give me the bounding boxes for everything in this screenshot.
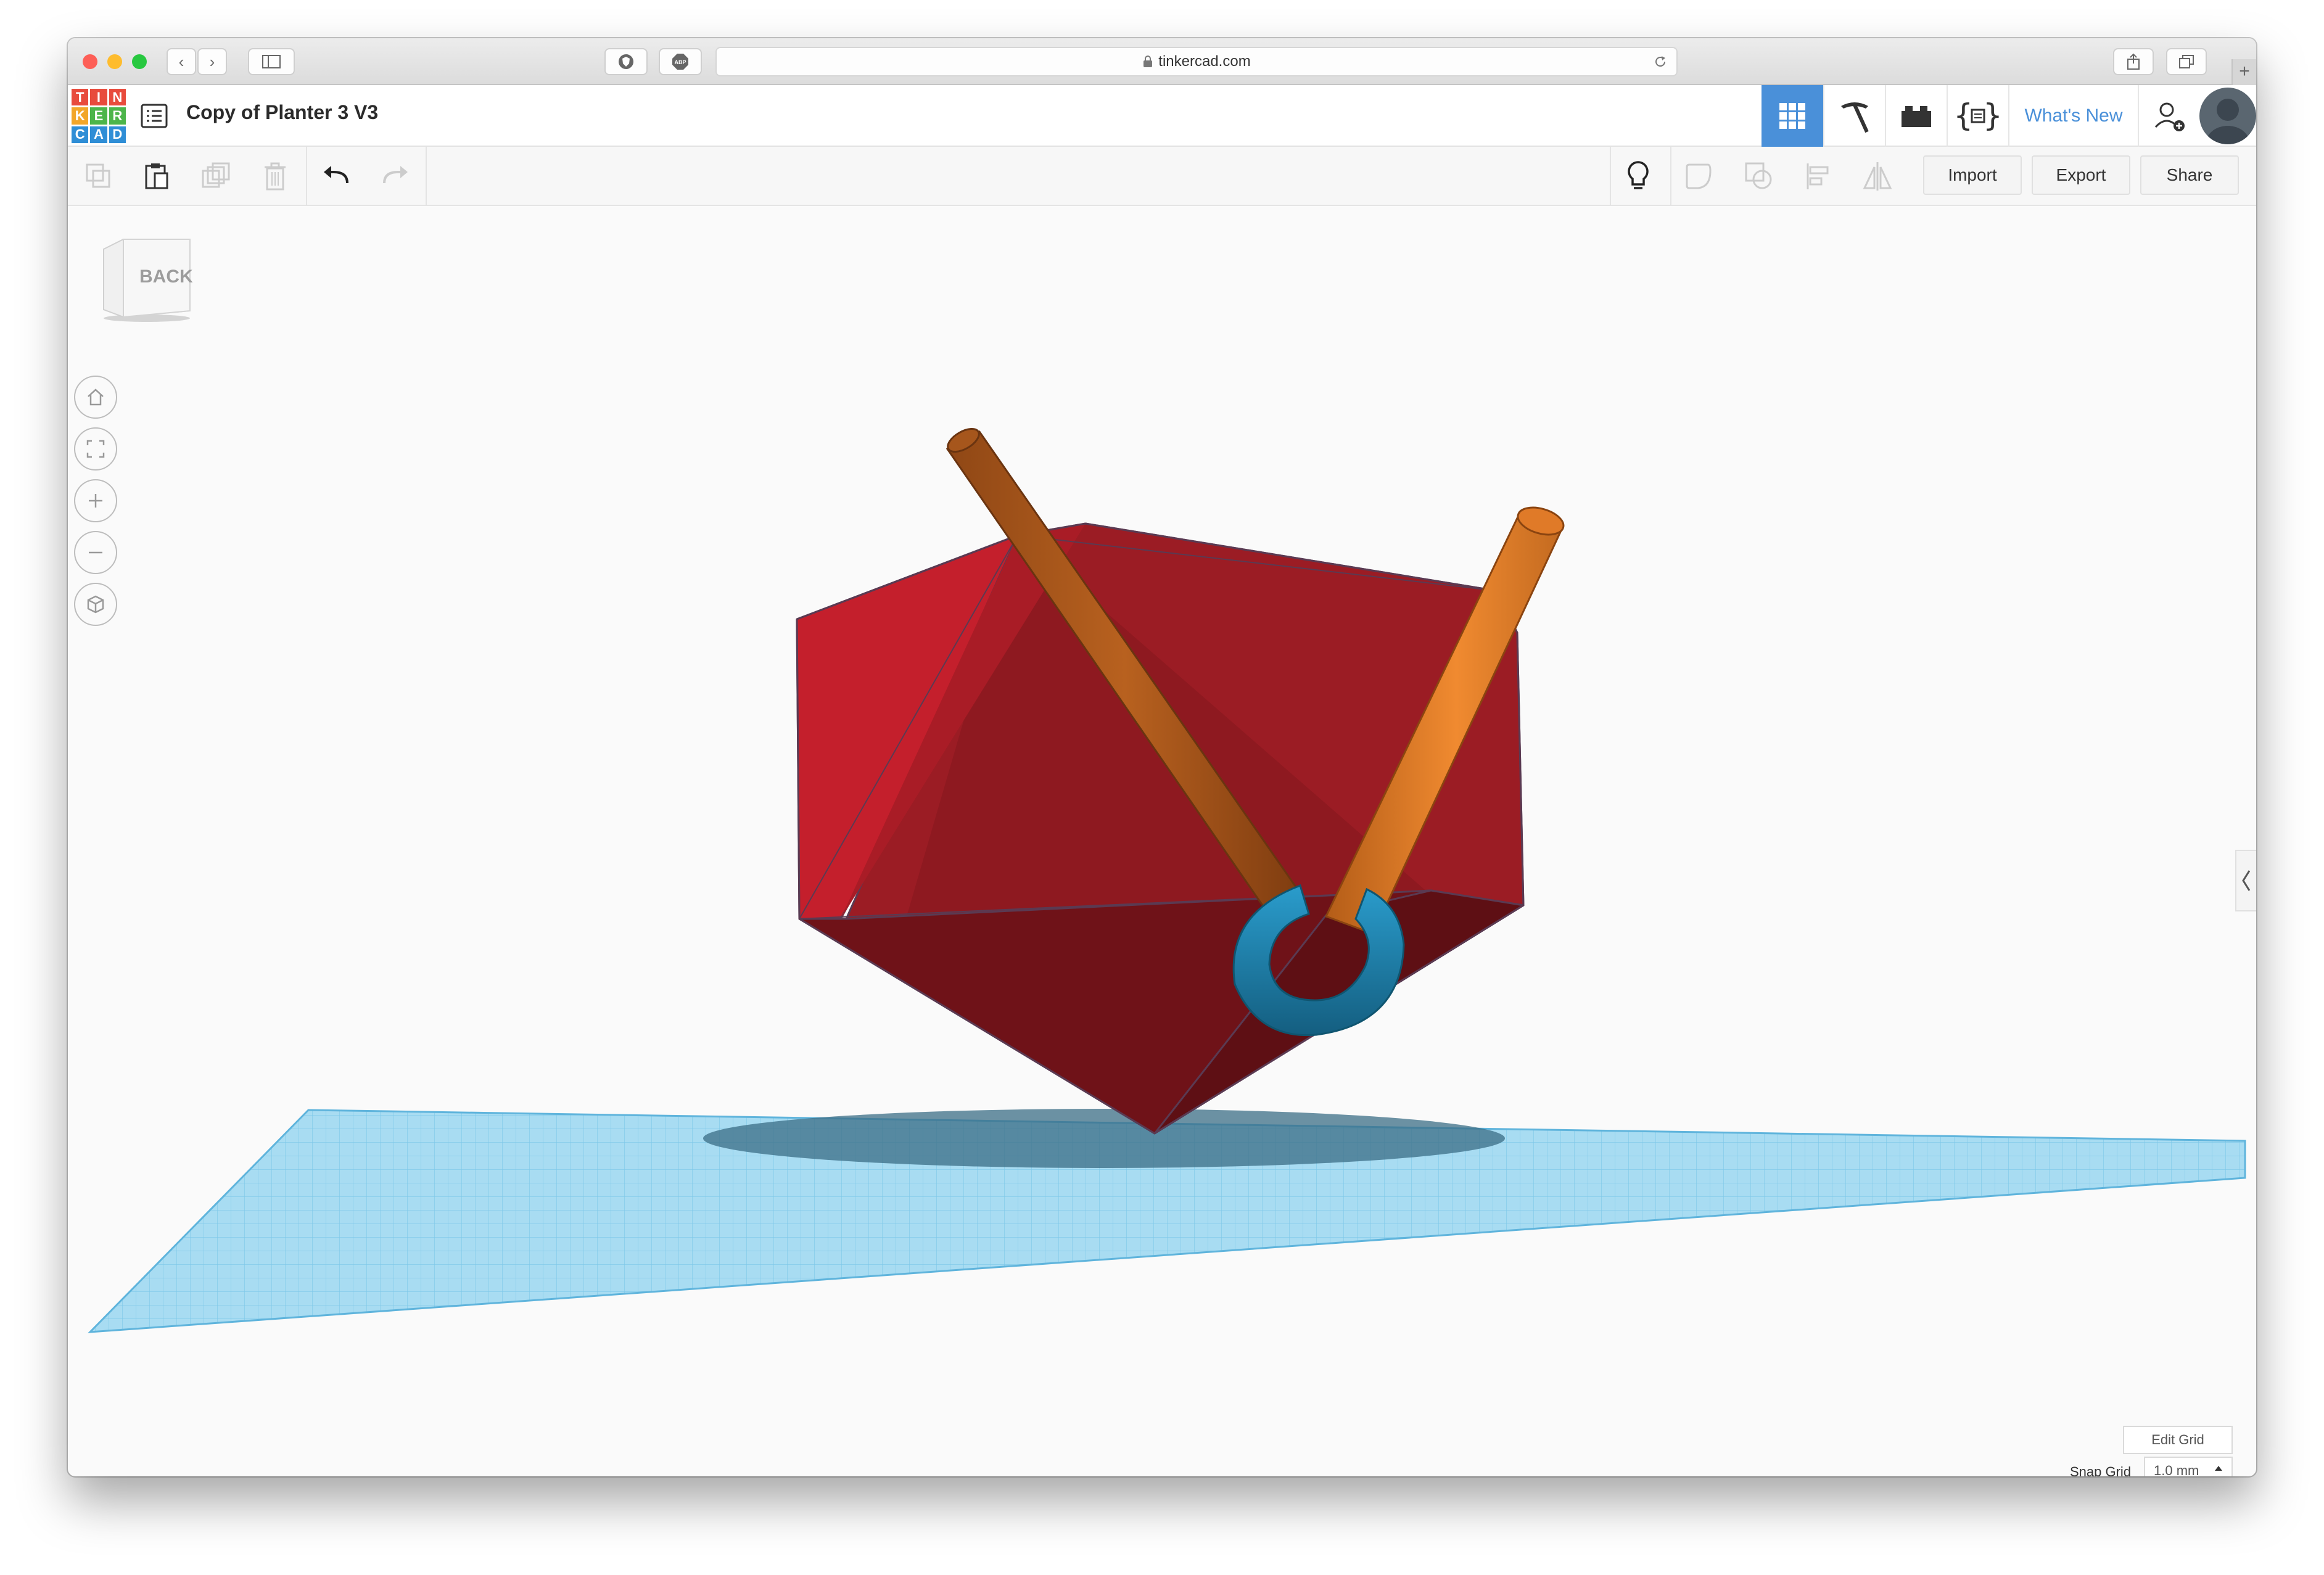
list-icon (141, 104, 168, 128)
tabs-icon (2179, 55, 2194, 68)
design-list-button[interactable] (139, 101, 169, 131)
align-icon (1807, 163, 1829, 189)
app-header: T I N K E R C A D Copy of Planter 3 V3 {… (68, 85, 2256, 147)
duplicate-button[interactable] (197, 158, 234, 195)
minecraft-view-button[interactable] (1823, 85, 1885, 147)
grid-icon (1779, 103, 1805, 129)
edit-grid-button[interactable]: Edit Grid (2123, 1426, 2233, 1454)
logo-letter: I (90, 89, 107, 106)
brick-icon (1902, 106, 1931, 127)
speech-shape-icon (1686, 163, 1712, 189)
group-icon (1745, 162, 1772, 189)
address-bar[interactable]: tinkercad.com (715, 47, 1678, 76)
adblock-extension-button[interactable]: ABP (659, 48, 702, 75)
bricks-view-button[interactable] (1885, 85, 1947, 147)
user-silhouette-icon (2206, 99, 2250, 144)
align-button[interactable] (1800, 158, 1837, 195)
toolbar-divider (426, 147, 427, 206)
paste-button[interactable] (138, 158, 175, 195)
toolbar-divider (1670, 147, 1671, 206)
logo-letter: A (90, 126, 107, 143)
new-tab-button[interactable]: + (2231, 59, 2256, 85)
logo-letter: N (109, 89, 126, 106)
duplicate-icon (202, 162, 230, 188)
group-button[interactable] (1741, 158, 1778, 195)
add-user-icon (2154, 102, 2185, 131)
share-button[interactable]: Share (2140, 155, 2239, 195)
tinkercad-logo[interactable]: T I N K E R C A D (72, 89, 126, 143)
tabs-overview-button[interactable] (2166, 48, 2207, 75)
redo-icon (383, 166, 408, 184)
url-text: tinkercad.com (1158, 53, 1251, 70)
share-browser-button[interactable] (2113, 48, 2154, 75)
reload-icon[interactable] (1653, 54, 1668, 69)
toolbar-divider (306, 147, 307, 206)
toolbar-divider (1610, 147, 1611, 206)
3d-design-view-button[interactable] (1762, 85, 1823, 147)
logo-letter: E (90, 107, 107, 125)
whats-new-link[interactable]: What's New (2008, 85, 2138, 147)
back-button[interactable]: ‹ (167, 48, 196, 75)
undo-button[interactable] (318, 158, 355, 195)
object-shadow (703, 1109, 1505, 1168)
mirror-button[interactable] (1859, 158, 1896, 195)
forward-button[interactable]: › (197, 48, 227, 75)
redo-button[interactable] (376, 158, 413, 195)
logo-letter: D (109, 126, 126, 143)
copy-icon (86, 163, 110, 188)
snap-grid-select[interactable]: 1.0 mm (2144, 1457, 2233, 1476)
sidebar-toggle-button[interactable] (248, 48, 295, 75)
chevron-up-icon (2215, 1466, 2222, 1471)
workplane-viewport[interactable]: BACK Edit Grid Snap Grid 1.0 mm (68, 206, 2256, 1476)
zoom-window-button[interactable] (132, 54, 147, 69)
codeblocks-view-button[interactable]: { } (1947, 85, 2008, 147)
notes-button[interactable] (1620, 158, 1657, 195)
share-icon (2127, 53, 2140, 70)
code-braces-icon: { } (1956, 97, 2000, 133)
export-button[interactable]: Export (2032, 155, 2130, 195)
trash-icon (265, 162, 286, 191)
logo-letter: K (72, 107, 89, 125)
import-button[interactable]: Import (1923, 155, 2022, 195)
design-title[interactable]: Copy of Planter 3 V3 (186, 101, 378, 124)
delete-button[interactable] (257, 158, 294, 195)
shield-icon (619, 54, 633, 69)
browser-toolbar: ‹ › ABP tinkercad.com + (68, 38, 2256, 85)
avatar[interactable] (2199, 88, 2256, 144)
add-user-button[interactable] (2138, 85, 2199, 147)
svg-text:ABP: ABP (674, 59, 686, 65)
undo-icon (324, 166, 348, 184)
svg-text:{ }: { } (1956, 97, 2000, 133)
snap-grid-label: Snap Grid (2070, 1464, 2132, 1476)
close-window-button[interactable] (83, 54, 97, 69)
3d-scene (88, 427, 2246, 1333)
chevron-left-icon (2242, 870, 2251, 891)
logo-letter: C (72, 126, 89, 143)
adblock-icon: ABP (672, 54, 688, 70)
minimize-window-button[interactable] (107, 54, 122, 69)
collapse-panel-button[interactable] (2235, 850, 2256, 911)
browser-window: ‹ › ABP tinkercad.com + T I N K E R C A … (68, 38, 2256, 1476)
copy-button[interactable] (80, 158, 117, 195)
show-all-button[interactable] (1680, 158, 1717, 195)
mirror-icon (1863, 162, 1892, 191)
logo-letter: R (109, 107, 126, 125)
edit-toolbar: Import Export Share (68, 147, 2256, 206)
clipboard-icon (145, 163, 168, 189)
logo-letter: T (72, 89, 89, 106)
lock-icon (1143, 56, 1153, 67)
pickaxe-icon (1841, 102, 1869, 133)
lightbulb-icon (1628, 161, 1649, 189)
privacy-extension-button[interactable] (604, 48, 648, 75)
sidebar-icon (262, 55, 281, 68)
snap-grid-value: 1.0 mm (2154, 1463, 2199, 1476)
